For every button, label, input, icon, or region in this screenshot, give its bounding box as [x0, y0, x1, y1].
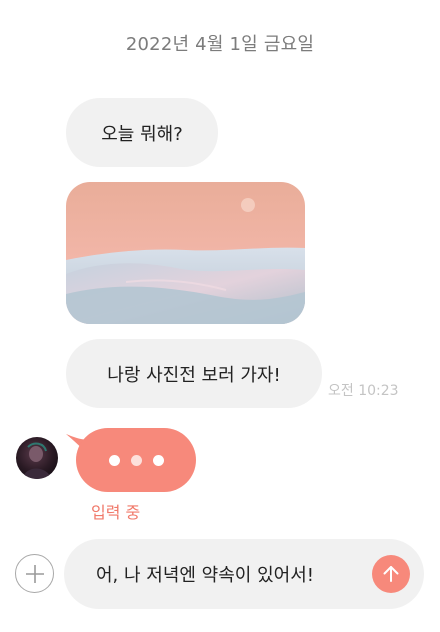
- typing-dot: [108, 454, 120, 466]
- message-bubble[interactable]: 나랑 사진전 보러 가자!: [66, 339, 322, 408]
- desert-landscape-image: [66, 182, 305, 324]
- message-text: 나랑 사진전 보러 가자!: [107, 364, 281, 386]
- typing-dot: [152, 454, 164, 466]
- message-bubble[interactable]: 오늘 뭐해?: [66, 98, 218, 167]
- avatar[interactable]: [16, 437, 58, 479]
- date-header: 2022년 4월 1일 금요일: [125, 34, 315, 55]
- chat-screen: 2022년 4월 1일 금요일 오늘 뭐해? 나랑 사진전 보러 가자! 오전 …: [0, 0, 440, 632]
- typing-indicator-label: 입력 중: [91, 503, 141, 522]
- arrow-up-icon: [383, 566, 399, 582]
- attach-button[interactable]: [15, 554, 54, 593]
- message-composer[interactable]: 어, 나 저녁엔 약속이 있어서!: [64, 539, 424, 609]
- message-timestamp: 오전 10:23: [328, 383, 399, 399]
- message-input[interactable]: 어, 나 저녁엔 약속이 있어서!: [96, 539, 314, 609]
- plus-icon: [25, 564, 44, 583]
- message-text: 오늘 뭐해?: [101, 123, 183, 145]
- avatar-image: [16, 437, 58, 479]
- typing-indicator-bubble: [76, 428, 196, 492]
- photo-message[interactable]: [66, 182, 305, 324]
- typing-dot: [130, 454, 142, 466]
- send-button[interactable]: [372, 555, 410, 593]
